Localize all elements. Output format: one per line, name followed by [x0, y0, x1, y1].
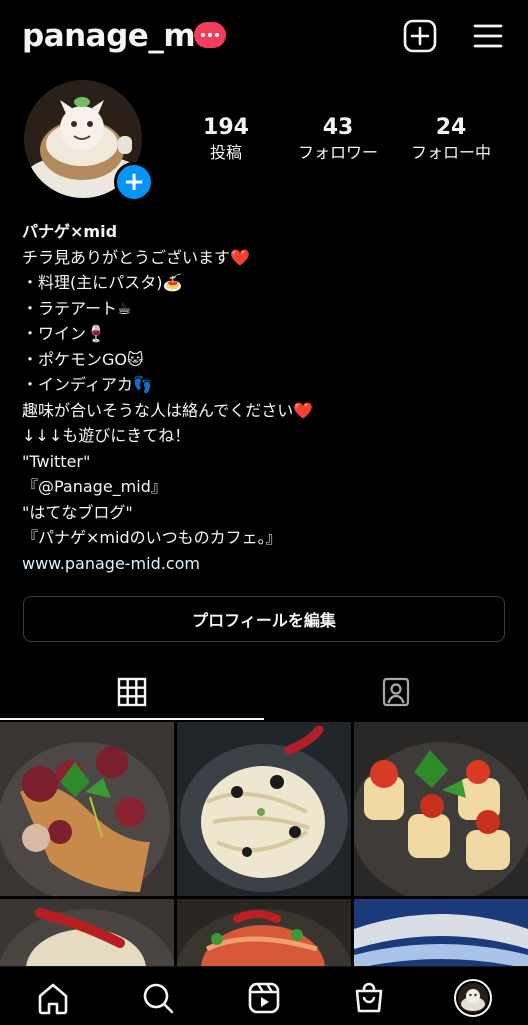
bio-line: ・料理(主にパスタ)🍝	[22, 273, 183, 292]
post-thumbnail[interactable]	[354, 899, 528, 966]
bio-line: 趣味が合いそうな人は絡んでください❤️	[22, 400, 314, 420]
bio-line: ・インディアカ👣	[22, 375, 153, 394]
profile-bio: パナゲ×mid チラ見ありがとうございます❤️ ・料理(主にパスタ)🍝 ・ラテア…	[22, 219, 512, 576]
add-story-button[interactable]: +	[114, 162, 154, 202]
grid-icon	[117, 677, 147, 711]
bio-line: ↓↓↓も遊びにきてね！	[22, 426, 191, 445]
tagged-person-icon	[380, 676, 412, 712]
reels-icon[interactable]	[243, 977, 285, 1019]
search-icon[interactable]	[137, 977, 179, 1019]
bio-line: 『@Panage_mid』	[22, 477, 167, 496]
post-thumbnail[interactable]	[177, 722, 351, 896]
following-stat[interactable]: 24 フォロー中	[396, 114, 506, 164]
bio-line: "はてなブログ"	[22, 502, 133, 522]
post-thumbnail[interactable]	[0, 899, 174, 966]
post-thumbnail[interactable]	[177, 899, 351, 966]
bio-line: 『パナゲ×midのいつものカフェ。』	[22, 528, 282, 547]
more-dots-badge[interactable]	[194, 22, 226, 48]
post-thumbnail[interactable]	[354, 722, 528, 896]
tab-grid[interactable]	[0, 668, 264, 720]
tab-tagged[interactable]	[264, 668, 528, 720]
website-link[interactable]: www.panage-mid.com	[22, 551, 512, 577]
following-count: 24	[435, 115, 467, 140]
followers-count: 43	[322, 115, 354, 140]
edit-profile-button[interactable]: プロフィールを編集	[23, 596, 505, 642]
followers-stat[interactable]: 43 フォロワー	[283, 114, 393, 164]
posts-label: 投稿	[209, 143, 242, 162]
followers-label: フォロワー	[297, 143, 378, 162]
posts-stat[interactable]: 194 投稿	[171, 114, 281, 164]
post-thumbnail[interactable]	[0, 722, 174, 896]
profile-username[interactable]: panage_m	[22, 16, 196, 56]
shop-icon[interactable]	[348, 977, 390, 1019]
display-name: パナゲ×mid	[22, 222, 118, 241]
bottom-navigation	[0, 966, 528, 1025]
profile-avatar[interactable]	[452, 977, 494, 1019]
bio-line: チラ見ありがとうございます❤️	[22, 247, 250, 267]
following-label: フォロー中	[410, 143, 491, 162]
bio-line: ・ラテアート☕	[22, 298, 132, 318]
posts-count: 194	[203, 115, 249, 140]
bio-line: ・ワイン🍷	[22, 324, 106, 343]
posts-grid	[0, 722, 528, 966]
active-tab-indicator	[0, 718, 264, 720]
plus-square-icon[interactable]	[402, 18, 438, 54]
hamburger-icon[interactable]	[470, 18, 506, 54]
bio-line: ・ポケモンGO🐱	[22, 349, 144, 369]
home-icon[interactable]	[32, 977, 74, 1019]
bio-line: "Twitter"	[22, 451, 91, 471]
